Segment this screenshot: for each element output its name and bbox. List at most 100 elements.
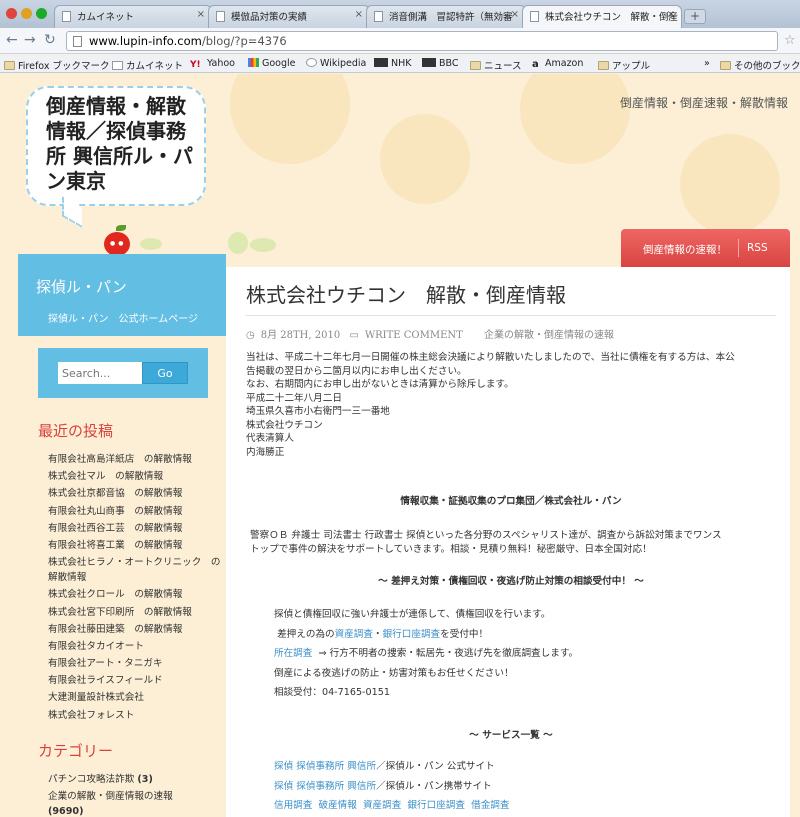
flower-decoration bbox=[680, 134, 780, 234]
window-controls bbox=[6, 8, 47, 19]
location-investigation-link[interactable]: 所在調査 bbox=[274, 648, 312, 659]
main-content: 株式会社ウチコン 解散・倒産情報 ◷ 8月 28TH, 2010 ▭ WRITE C… bbox=[226, 267, 790, 817]
recent-post-link[interactable]: 有限会社将喜工業 の解散情報 bbox=[48, 538, 224, 553]
recent-post-link[interactable]: 有限会社丸山商事 の解散情報 bbox=[48, 504, 224, 519]
recent-post-link[interactable]: 有限会社アート・タニガキ bbox=[48, 656, 224, 671]
bookmark-other[interactable]: その他のブック bbox=[720, 58, 800, 72]
post-category-link[interactable]: 企業の解散・倒産情報の速報 bbox=[484, 330, 614, 341]
bookmark-label: ニュース bbox=[484, 61, 522, 72]
header-tagline: 倒産情報・倒産速報・解散情報 bbox=[619, 96, 788, 110]
service-link[interactable]: 興信所 bbox=[347, 761, 376, 772]
category-item[interactable]: パチンコ攻略法詐欺 (3) bbox=[48, 772, 224, 787]
bookmark-bbc[interactable]: BBC bbox=[422, 58, 459, 69]
bank-account-investigation-link[interactable]: 銀行口座調査 bbox=[383, 629, 441, 640]
flower-decoration bbox=[520, 74, 630, 164]
bbc-icon bbox=[422, 58, 436, 67]
recent-post-link[interactable]: 株式会社フォレスト bbox=[48, 708, 224, 723]
tab-uchicon[interactable]: 株式会社ウチコン 解散・倒産 × bbox=[522, 5, 682, 28]
folder-icon bbox=[720, 61, 731, 70]
recent-post-link[interactable]: 大建測量設計株式会社 bbox=[48, 690, 224, 705]
recent-post-link[interactable]: 株式会社ヒラノ・オートクリニック の解散情報 bbox=[48, 555, 224, 585]
reload-icon[interactable]: ↻ bbox=[44, 32, 56, 48]
close-tab-icon[interactable]: × bbox=[197, 9, 205, 20]
services-heading: ～ サービス一覧 ～ bbox=[469, 730, 553, 741]
bookmark-amazon[interactable]: a Amazon bbox=[532, 58, 584, 70]
bookmark-overflow-chevron[interactable]: » bbox=[704, 58, 710, 69]
recent-post-link[interactable]: 株式会社京都音協 の解散情報 bbox=[48, 486, 224, 501]
url-host: www.lupin-info.com bbox=[89, 34, 202, 48]
tab-counterfeit[interactable]: 模倣品対策の実績 × bbox=[208, 5, 370, 28]
close-tab-icon[interactable]: × bbox=[667, 9, 675, 20]
bookmark-news[interactable]: ニュース bbox=[470, 58, 522, 72]
service-link[interactable]: 破産情報 bbox=[318, 800, 356, 811]
service-link[interactable]: 興信所 bbox=[347, 781, 376, 792]
rss-link[interactable]: RSS bbox=[747, 242, 768, 254]
search-input[interactable] bbox=[58, 362, 142, 384]
browser-toolbar: ← → ↻ www.lupin-info.com/blog/?p=4376 ☆ bbox=[0, 28, 800, 54]
service-link[interactable]: 探偵 bbox=[274, 781, 293, 792]
recent-post-link[interactable]: 有限会社高島洋紙店 の解散情報 bbox=[48, 452, 224, 467]
services-list: 探偵 探偵事務所 興信所／探偵ル・パン 公式サイト 探偵 探偵事務所 興信所／探… bbox=[274, 757, 510, 816]
category-item[interactable]: 企業の解散・倒産情報の速報 (9690) bbox=[48, 789, 224, 817]
bookmark-star-icon[interactable]: ☆ bbox=[784, 33, 796, 48]
clock-icon: ◷ bbox=[246, 330, 255, 341]
bookmark-wikipedia[interactable]: Wikipedia bbox=[306, 58, 366, 69]
bookmark-label: Amazon bbox=[545, 58, 584, 69]
ad-line: トップで事件の解決をサポートしていきます。相談・見積り無料！秘密厳守、日本全国対… bbox=[250, 543, 652, 555]
recent-post-link[interactable]: 株式会社クロール の解散情報 bbox=[48, 587, 224, 602]
new-tab-button[interactable]: + bbox=[684, 9, 706, 24]
write-comment-link[interactable]: WRITE COMMENT bbox=[365, 330, 463, 341]
body-line: 株式会社ウチコン bbox=[246, 419, 323, 431]
tab-patent[interactable]: 消音側溝 冒認特許（無効審 × bbox=[366, 5, 526, 28]
sidebar-profile-box: 探偵ル・パン 探偵ル・パン 公式ホームページ bbox=[18, 254, 226, 336]
service-link[interactable]: 信用調査 bbox=[274, 800, 312, 811]
service-link[interactable]: 資産調査 bbox=[363, 800, 401, 811]
leaf-decoration bbox=[250, 238, 276, 252]
header-red-bar: 倒産情報の速報！ RSS bbox=[621, 229, 790, 267]
categories-list: パチンコ攻略法詐欺 (3) 企業の解散・倒産情報の速報 (9690) bbox=[48, 772, 224, 817]
recent-post-link[interactable]: 有限会社タカイオート bbox=[48, 639, 224, 654]
bookmark-firefox[interactable]: Firefox ブックマーク bbox=[4, 58, 109, 72]
close-window-icon[interactable] bbox=[6, 8, 17, 19]
bookmark-nhk[interactable]: NHK bbox=[374, 58, 411, 69]
address-bar[interactable]: www.lupin-info.com/blog/?p=4376 bbox=[66, 31, 778, 51]
close-tab-icon[interactable]: × bbox=[511, 9, 519, 20]
tab-kamuinet[interactable]: カムイネット × bbox=[54, 5, 212, 28]
bankruptcy-news-link[interactable]: 倒産情報の速報！ bbox=[643, 242, 727, 257]
bookmark-label: Yahoo bbox=[207, 58, 235, 69]
forward-arrow-icon[interactable]: → bbox=[24, 32, 36, 48]
recent-post-link[interactable]: 有限会社ライスフィールド bbox=[48, 673, 224, 688]
page-icon bbox=[216, 11, 225, 22]
recent-post-link[interactable]: 株式会社マル の解散情報 bbox=[48, 469, 224, 484]
service-text: ／探偵ル・パン 公式サイト bbox=[376, 761, 495, 772]
category-link[interactable]: 企業の解散・倒産情報の速報 bbox=[48, 791, 173, 802]
nhk-icon bbox=[374, 58, 388, 67]
zoom-window-icon[interactable] bbox=[36, 8, 47, 19]
bookmark-google[interactable]: Google bbox=[248, 58, 296, 69]
bookmark-apple[interactable]: アップル bbox=[598, 58, 650, 72]
back-arrow-icon[interactable]: ← bbox=[6, 32, 18, 48]
minimize-window-icon[interactable] bbox=[21, 8, 32, 19]
page-icon bbox=[112, 61, 123, 70]
campaign-text-span: を受付中！ bbox=[440, 628, 489, 640]
service-link[interactable]: 探偵 bbox=[274, 761, 293, 772]
page-icon bbox=[530, 11, 539, 22]
bookmark-yahoo[interactable]: Y! Yahoo bbox=[190, 58, 235, 70]
service-link[interactable]: 探偵事務所 bbox=[296, 781, 344, 792]
close-tab-icon[interactable]: × bbox=[355, 9, 363, 20]
bookmark-label: NHK bbox=[391, 58, 412, 69]
recent-post-link[interactable]: 株式会社宮下印刷所 の解散情報 bbox=[48, 605, 224, 620]
category-link[interactable]: パチンコ攻略法詐欺 bbox=[48, 774, 134, 785]
service-link[interactable]: 借金調査 bbox=[471, 800, 509, 811]
sidebar: 探偵ル・パン 探偵ル・パン 公式ホームページ Go 最近の投稿 有限会社高島洋紙… bbox=[18, 254, 226, 817]
site-title[interactable]: 倒産情報・解散情報／探偵事務所 興信所ル・パン東京 bbox=[46, 94, 196, 194]
post-title[interactable]: 株式会社ウチコン 解散・倒産情報 bbox=[246, 279, 566, 308]
search-button[interactable]: Go bbox=[142, 362, 188, 384]
recent-post-link[interactable]: 有限会社藤田建築 の解散情報 bbox=[48, 622, 224, 637]
service-link[interactable]: 銀行口座調査 bbox=[407, 800, 465, 811]
asset-investigation-link[interactable]: 資産調査 bbox=[335, 629, 373, 640]
service-link[interactable]: 探偵事務所 bbox=[296, 761, 344, 772]
bookmark-kamuinet[interactable]: カムイネット bbox=[112, 58, 183, 72]
recent-post-link[interactable]: 有限会社西谷工芸 の解散情報 bbox=[48, 521, 224, 536]
campaign-line: 探偵と債権回収に強い弁護士が連係して、債権回収を行います。 bbox=[274, 609, 551, 620]
